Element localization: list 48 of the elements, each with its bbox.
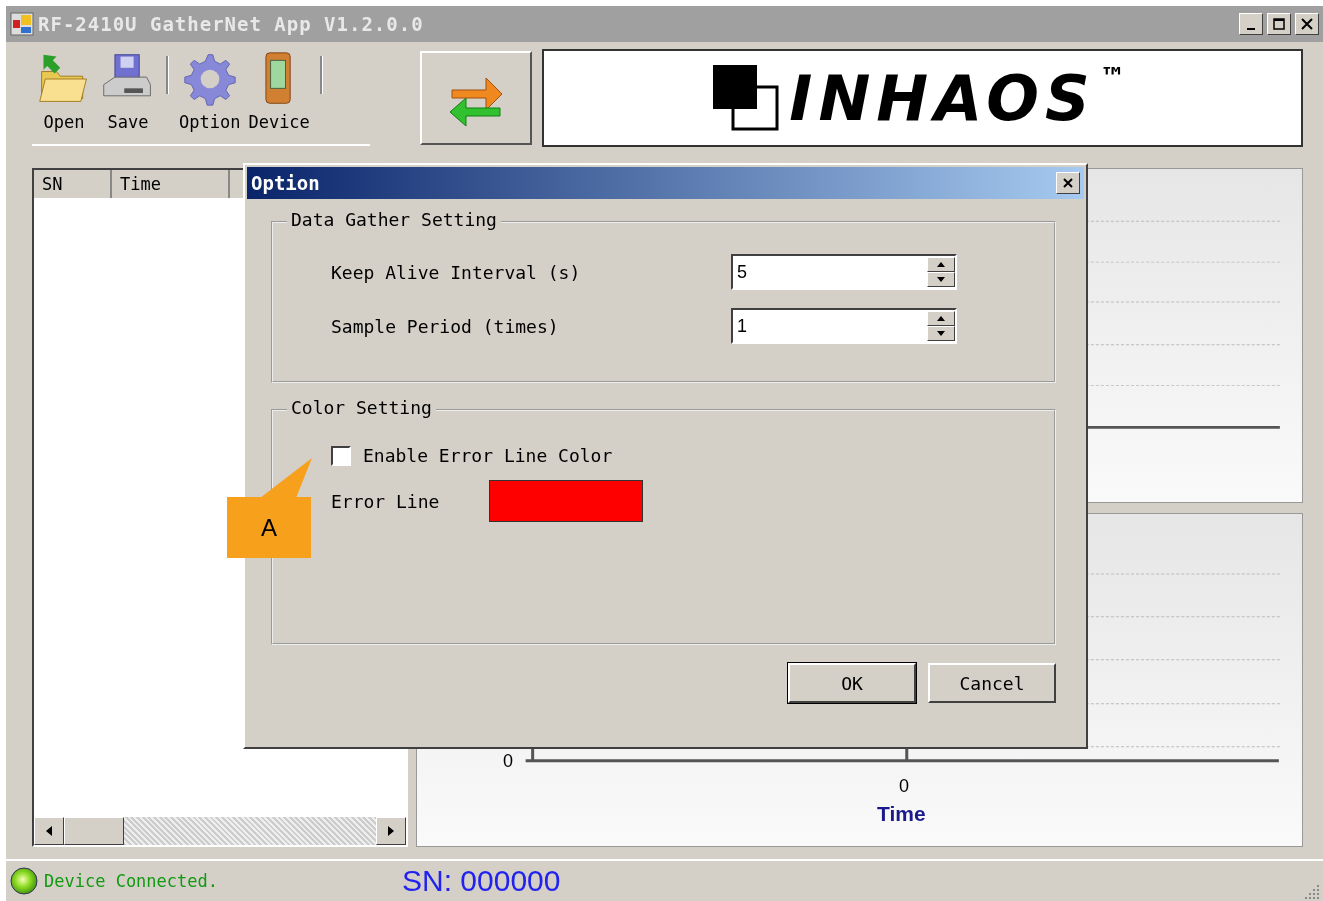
dialog-button[interactable]: Cancel bbox=[928, 663, 1056, 703]
column-header[interactable]: SN bbox=[34, 170, 112, 198]
axis-title: Time bbox=[877, 801, 926, 826]
status-message: Device Connected. bbox=[44, 871, 219, 891]
dialog-title: Option bbox=[251, 172, 320, 194]
close-icon bbox=[1301, 18, 1313, 30]
up-arrow-icon[interactable] bbox=[937, 316, 945, 321]
group-label: Color Setting bbox=[287, 397, 436, 418]
dialog-button[interactable]: OK bbox=[788, 663, 916, 703]
serial-number: SN: 000000 bbox=[402, 864, 562, 898]
scroll-thumb[interactable] bbox=[64, 817, 124, 845]
close-button[interactable] bbox=[1295, 13, 1319, 35]
toolbar-button[interactable]: Save bbox=[96, 50, 160, 132]
horizontal-scrollbar[interactable] bbox=[34, 817, 406, 845]
scroll-left-icon[interactable] bbox=[45, 826, 53, 836]
down-arrow-icon[interactable] bbox=[937, 331, 945, 336]
logo-mark-icon bbox=[713, 65, 780, 131]
field-label: Keep Alive Interval (s) bbox=[331, 261, 582, 283]
checkbox[interactable] bbox=[331, 445, 351, 466]
color-swatch[interactable] bbox=[489, 480, 644, 522]
toolbar-button[interactable]: Device bbox=[244, 50, 314, 132]
window-title: RF-2410U GatherNet App V1.2.0.0 bbox=[38, 13, 425, 35]
up-arrow-icon[interactable] bbox=[937, 262, 945, 267]
minimize-button[interactable] bbox=[1239, 13, 1263, 35]
number-spinner[interactable]: 1 bbox=[731, 308, 957, 344]
status-light-icon bbox=[10, 867, 38, 895]
number-spinner[interactable]: 5 bbox=[731, 254, 957, 290]
axis-tick-label: 0 bbox=[503, 750, 513, 772]
maximize-icon bbox=[1273, 18, 1285, 30]
close-icon bbox=[1061, 176, 1075, 190]
group-label: Data Gather Setting bbox=[287, 209, 501, 230]
toolbar-button[interactable]: Option bbox=[175, 50, 245, 132]
checkbox-label: Enable Error Line Color bbox=[363, 445, 613, 466]
field-label: Error Line bbox=[331, 490, 440, 512]
callout-pointer bbox=[260, 458, 312, 498]
column-header[interactable]: Time bbox=[112, 170, 230, 198]
axis-tick-label: 0 bbox=[899, 775, 909, 797]
toolbar-button[interactable]: Open bbox=[32, 50, 96, 132]
scroll-right-icon[interactable] bbox=[387, 826, 395, 836]
minimize-icon bbox=[1247, 28, 1255, 30]
close-button[interactable] bbox=[1056, 172, 1080, 194]
logo-text: INHAOS bbox=[789, 61, 1096, 135]
app-icon bbox=[10, 12, 34, 36]
refresh-button[interactable] bbox=[420, 51, 532, 145]
trademark-symbol: ™ bbox=[1099, 61, 1132, 92]
down-arrow-icon[interactable] bbox=[937, 277, 945, 282]
field-label: Sample Period (times) bbox=[331, 315, 560, 337]
maximize-button[interactable] bbox=[1267, 13, 1291, 35]
